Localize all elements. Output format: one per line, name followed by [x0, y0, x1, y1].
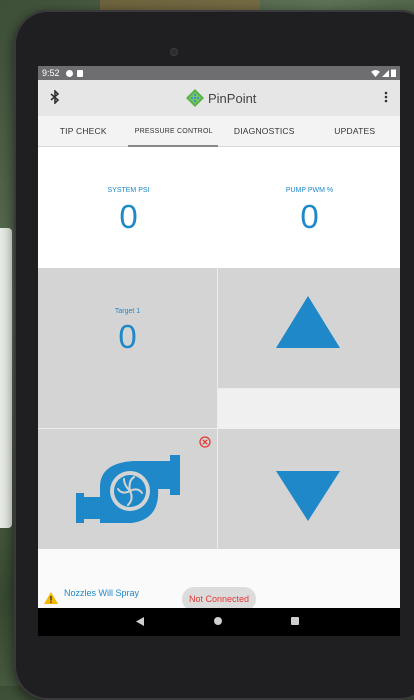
tab-bar: TIP CHECK PRESSURE CONTROL DIAGNOSTICS U… [38, 116, 400, 147]
status-time: 9:52 [42, 68, 60, 78]
notification-icon [76, 69, 83, 77]
pump-icon [76, 455, 180, 523]
recents-icon[interactable] [291, 617, 299, 625]
app-logo: PinPoint [186, 89, 256, 107]
app-bar: PinPoint [38, 80, 400, 116]
error-x-icon [199, 436, 211, 448]
increase-button[interactable] [218, 268, 400, 389]
target-tile[interactable]: Target 1 0 [38, 268, 218, 429]
tab-diagnostics[interactable]: DIAGNOSTICS [219, 116, 310, 146]
pinpoint-logo-icon [186, 89, 204, 107]
pump-toggle-button[interactable] [38, 429, 218, 549]
increase-arrow-icon [276, 296, 340, 348]
battery-icon [391, 69, 396, 77]
decrease-button[interactable] [218, 429, 400, 549]
signal-icon [382, 69, 389, 77]
system-psi-label: SYSTEM PSI [107, 187, 150, 194]
notification-icon [65, 69, 73, 77]
system-psi-value: 0 [119, 198, 138, 235]
back-icon[interactable] [136, 617, 144, 626]
pump-pwm-readout: PUMP PWM % 0 [219, 147, 400, 268]
active-tab-indicator [128, 145, 218, 147]
target-value: 0 [118, 318, 137, 355]
decrease-arrow-icon [276, 471, 340, 521]
pump-pwm-label: PUMP PWM % [285, 187, 334, 194]
system-psi-readout: SYSTEM PSI 0 [38, 147, 219, 268]
readouts-panel: SYSTEM PSI 0 PUMP PWM % 0 [38, 147, 400, 268]
tab-updates[interactable]: UPDATES [310, 116, 401, 146]
background-object [0, 228, 12, 528]
app-title: PinPoint [208, 90, 257, 106]
control-grid: Target 1 0 [38, 268, 400, 549]
overflow-menu-icon[interactable] [384, 91, 388, 103]
pump-pwm-value: 0 [300, 198, 319, 235]
front-camera [170, 48, 178, 56]
status-bar: 9:52 [38, 66, 400, 80]
target-label: Target 1 [114, 308, 141, 315]
warning-text: Nozzles Will Spray [64, 588, 140, 598]
home-icon[interactable] [214, 617, 222, 625]
navigation-bar [38, 608, 400, 636]
wifi-icon [371, 69, 380, 77]
warning-icon [44, 592, 58, 604]
bluetooth-icon[interactable] [50, 90, 60, 104]
app-screen: 9:52 PinPoint TIP CHECK PRESSURE CONTROL… [38, 66, 400, 636]
tab-pressure-control[interactable]: PRESSURE CONTROL [129, 116, 220, 146]
tab-tip-check[interactable]: TIP CHECK [38, 116, 129, 146]
